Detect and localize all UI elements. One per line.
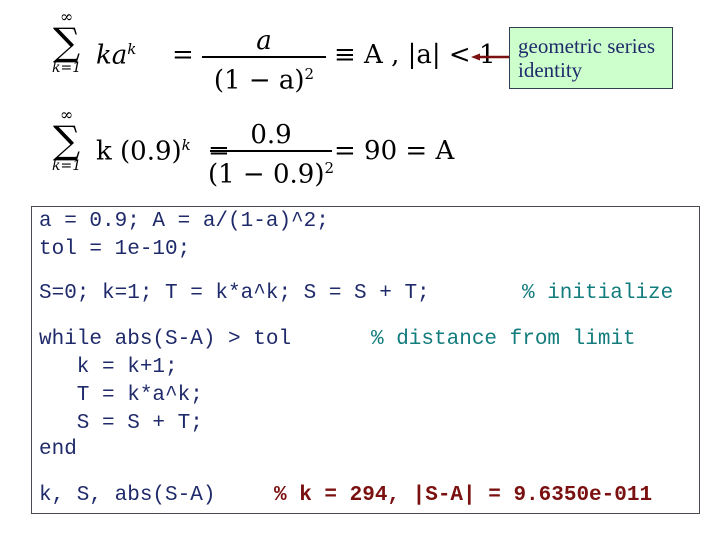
summation-symbol: ∞ ∑ k=1 [52,9,82,77]
code-text: while abs(S-A) > tol [39,328,292,351]
code-text: a = 0.9; A = a/(1-a)^2; [39,210,329,233]
term-base: ka [96,40,128,71]
callout-line-1: geometric series [518,34,656,58]
term-exponent: k [127,40,137,58]
term-base: k (0.9) [96,136,182,167]
callout-line-2: identity [518,58,583,82]
fraction: a (1 − a)2 [202,26,326,97]
arrow-left-icon [471,53,511,61]
denominator-base: (1 − 0.9) [207,159,325,190]
summation-symbol: ∞ ∑ k=1 [52,107,82,175]
callout-box: geometric series identity [509,27,673,89]
sum-lower-limit: k=1 [52,158,82,174]
denominator: (1 − a)2 [214,58,314,97]
numerator: a [256,26,272,56]
code-line: end [39,438,77,461]
formula-rest: = 90 = A [334,136,455,166]
term: kak [96,40,136,71]
code-comment: % initialize [522,282,674,305]
code-line: a = 0.9; A = a/(1-a)^2; [39,208,329,236]
code-line: k = k+1; [39,356,178,379]
code-line: T = k*a^k; [39,384,203,407]
code-line: S=0; k=1; T = k*a^k; S = S + T; [39,280,430,308]
sigma: ∑ [52,20,81,64]
code-line: k, S, abs(S-A) [39,484,216,507]
sigma: ∑ [52,118,81,162]
denominator-exponent: 2 [304,65,315,83]
denominator-exponent: 2 [324,159,335,177]
result-comment: % k = 294, |S-A| = 9.6350e-011 [274,484,653,507]
code-text: S=0; k=1; T = k*a^k; S = S + T; [39,282,430,305]
code-line: tol = 1e-10; [39,236,190,264]
code-line: while abs(S-A) > tol [39,326,291,354]
equals: = [172,40,194,70]
fraction: 0.9 (1 − 0.9)2 [208,120,334,191]
code-comment: % distance from limit [371,328,636,351]
denominator-base: (1 − a) [213,65,305,96]
code-line: S = S + T; [39,412,203,435]
numerator: 0.9 [250,120,292,150]
denominator: (1 − 0.9)2 [208,152,334,191]
sum-lower-limit: k=1 [52,60,82,76]
code-text: tol = 1e-10; [39,238,191,261]
term-exponent: k [181,136,191,154]
term: k (0.9)k [96,136,191,167]
